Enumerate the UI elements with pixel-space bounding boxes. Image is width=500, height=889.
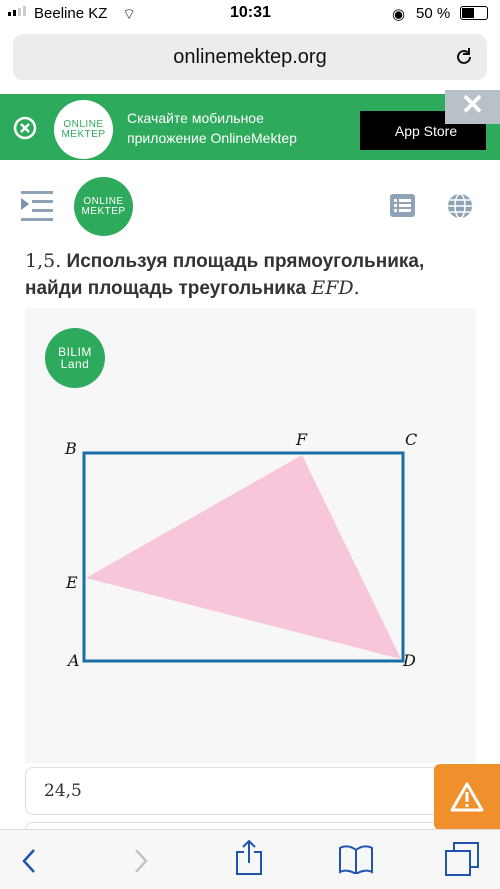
wifi-icon: ⌔ bbox=[122, 6, 137, 23]
task-card: BILIM Land B F C E A D bbox=[25, 308, 476, 763]
site-logo[interactable]: ONLINE MEKTEP bbox=[74, 177, 133, 236]
forward-icon[interactable] bbox=[132, 848, 150, 874]
back-icon[interactable] bbox=[20, 848, 38, 874]
banner-logo: ONLINE MEKTEP bbox=[54, 100, 113, 159]
browser-toolbar bbox=[0, 829, 500, 889]
warning-icon bbox=[450, 782, 484, 812]
tabs-icon[interactable] bbox=[445, 842, 479, 876]
label-a: A bbox=[66, 651, 80, 670]
task-title: 1,5. Используя площадь прямоугольника, н… bbox=[25, 250, 425, 299]
carrier: Beeline KZ bbox=[34, 5, 108, 22]
label-f: F bbox=[295, 430, 308, 449]
clock: 10:31 bbox=[230, 4, 271, 21]
geometry-figure: B F C E A D bbox=[64, 430, 417, 670]
list-icon[interactable] bbox=[390, 194, 415, 217]
report-button[interactable] bbox=[434, 764, 500, 830]
rotation-lock-icon: ◉ bbox=[392, 6, 406, 23]
close-ad-button[interactable]: ✕ bbox=[445, 90, 500, 124]
close-banner-icon[interactable] bbox=[13, 116, 37, 140]
address-bar[interactable]: onlinemektep.org bbox=[13, 34, 487, 80]
status-bar: Beeline KZ ⌔ 10:31 ◉ 50 % bbox=[0, 0, 500, 28]
label-c: C bbox=[405, 430, 417, 449]
label-e: E bbox=[65, 573, 78, 592]
bookmarks-icon[interactable] bbox=[338, 844, 374, 874]
signal-icon bbox=[8, 6, 26, 16]
label-d: D bbox=[402, 651, 416, 670]
battery-icon bbox=[460, 6, 488, 20]
label-b: B bbox=[64, 439, 77, 458]
triangle-efd bbox=[86, 455, 401, 659]
banner-text: Скачайте мобильное приложение OnlineMekte… bbox=[127, 110, 297, 146]
globe-icon[interactable] bbox=[447, 193, 473, 219]
share-icon[interactable] bbox=[235, 840, 263, 876]
reload-icon[interactable] bbox=[453, 46, 475, 68]
app-banner: ONLINE MEKTEP Скачайте мобильное приложени… bbox=[0, 90, 500, 160]
menu-toggle-icon[interactable] bbox=[20, 190, 54, 222]
answer-option[interactable]: 24,5 bbox=[25, 767, 475, 815]
battery-text: 50 % bbox=[416, 5, 451, 22]
url-text: onlinemektep.org bbox=[173, 45, 327, 68]
